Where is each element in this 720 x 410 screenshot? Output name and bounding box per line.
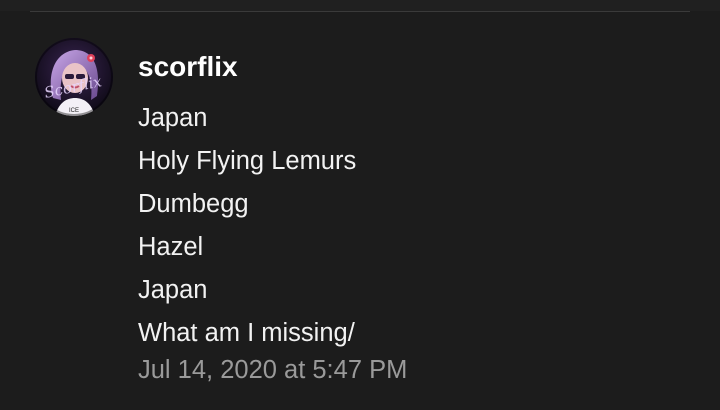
comment-text: Japan Holy Flying Lemurs Dumbegg Hazel J…: [138, 97, 698, 355]
avatar-image: ICE Scorflix: [35, 38, 113, 116]
screen: ICE Scorflix scorflix Japan Holy Flying …: [0, 0, 720, 410]
comment: ICE Scorflix scorflix Japan Holy Flying …: [0, 12, 720, 410]
comment-author[interactable]: scorflix: [138, 50, 698, 88]
avatar[interactable]: ICE Scorflix: [35, 38, 113, 116]
comment-line: Dumbegg: [138, 190, 249, 218]
svg-text:ICE: ICE: [69, 108, 79, 114]
comment-line: What am I missing/: [138, 319, 355, 347]
comment-line: Japan: [138, 276, 208, 304]
comment-line: Japan: [138, 104, 208, 132]
comment-body: scorflix Japan Holy Flying Lemurs Dumbeg…: [138, 50, 698, 389]
comment-line: Hazel: [138, 233, 204, 261]
comment-line: Holy Flying Lemurs: [138, 147, 357, 175]
comment-timestamp: Jul 14, 2020 at 5:47 PM: [138, 356, 408, 384]
previous-comment-edge: [0, 0, 720, 11]
